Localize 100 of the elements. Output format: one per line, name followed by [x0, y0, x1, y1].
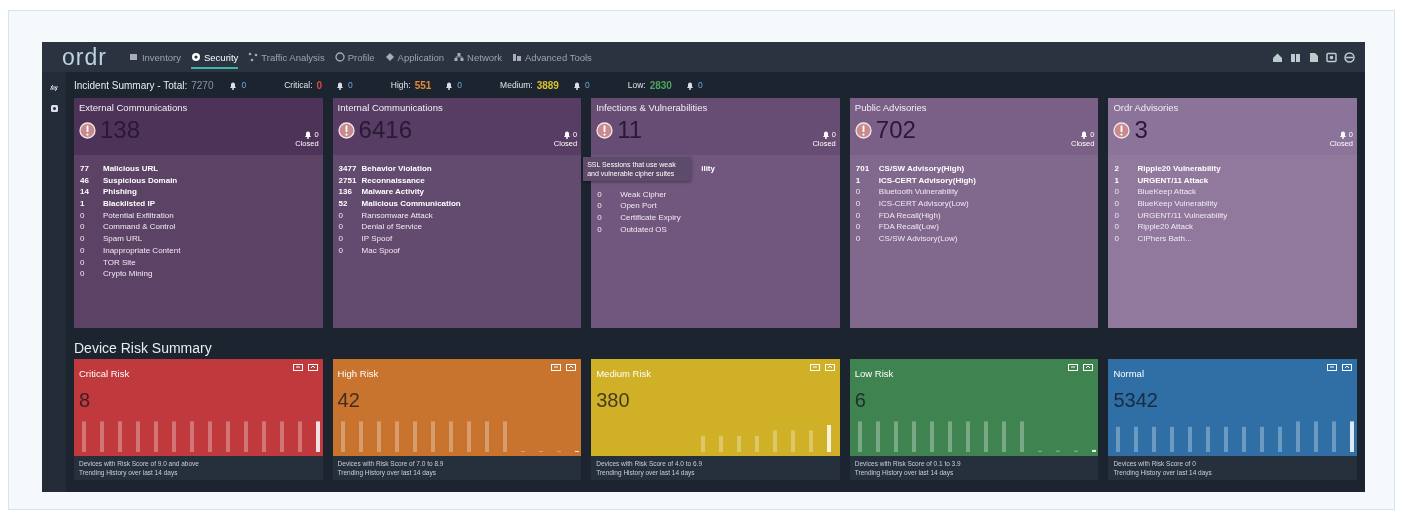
closed-count: 0 — [241, 80, 247, 90]
monitor-icon[interactable] — [1326, 51, 1337, 63]
row-count: 0 — [855, 199, 862, 209]
logo[interactable]: ordr — [62, 42, 107, 72]
row-label[interactable]: BlueKeep Attack — [1137, 187, 1197, 197]
card-title: Critical Risk — [79, 368, 130, 379]
device-icon[interactable] — [566, 364, 577, 372]
row-label[interactable]: Malicious Communication — [361, 199, 461, 209]
row-label[interactable]: FDA Recall(High) — [878, 210, 941, 220]
row-label[interactable]: FDA Recall(Low) — [878, 222, 939, 232]
row-label[interactable]: Potential Exfiltration — [103, 210, 174, 220]
row-count: 1 — [1114, 175, 1120, 185]
row-count: 0 — [80, 245, 86, 255]
row-label[interactable]: Command & Control — [103, 222, 176, 232]
nav-tab[interactable]: Advanced Tools — [511, 45, 592, 69]
row-label[interactable]: Ripple20 Vulnerability — [1137, 164, 1221, 173]
row-label[interactable]: IP Spoof — [361, 234, 393, 244]
bell-icon — [445, 80, 454, 90]
settings-icon[interactable] — [49, 104, 59, 113]
row-label[interactable]: Weak Cipher — [620, 189, 667, 199]
device-icon[interactable] — [292, 364, 303, 372]
row-count: 1 — [855, 175, 862, 185]
card-title: High Risk — [337, 368, 379, 379]
card-title: External Communications — [79, 102, 189, 113]
row-count: 0 — [1114, 222, 1120, 232]
row-count: 77 — [80, 164, 90, 173]
book-icon[interactable] — [1290, 51, 1301, 63]
nav-tab[interactable]: Security — [191, 45, 239, 69]
severity-label: Low: — [627, 80, 646, 90]
bell-icon — [304, 130, 313, 139]
row-label[interactable]: Bluetooth Vulnerability — [878, 187, 959, 197]
row-label[interactable]: Reconnaissance — [361, 175, 425, 185]
section-title: Device Risk Summary — [74, 339, 213, 358]
card-title: Medium Risk — [596, 368, 652, 379]
risk-count[interactable]: 42 — [337, 389, 577, 412]
row-label[interactable]: Blacklisted IP — [103, 199, 156, 209]
row-label[interactable]: Ripple20 Attack — [1137, 222, 1193, 232]
network-icon — [454, 52, 465, 62]
document-icon[interactable] — [1308, 51, 1319, 63]
row-label[interactable]: TOR Site — [103, 257, 136, 267]
row-label[interactable]: Ransomware Attack — [361, 210, 433, 220]
row-label[interactable]: Crypto Mining — [103, 269, 153, 279]
row-count: 0 — [338, 210, 345, 220]
incident-count[interactable]: 3 — [1134, 116, 1148, 144]
row-label[interactable]: Malicious URL — [103, 164, 159, 173]
row-label[interactable]: URGENT/11 Vulnerability — [1137, 210, 1228, 220]
nav-tab[interactable]: Profile — [334, 45, 375, 69]
device-icon[interactable] — [1342, 364, 1352, 372]
row-label[interactable]: CS/SW Advisory(High) — [878, 164, 965, 173]
nav-tab[interactable]: Network — [454, 45, 502, 69]
row-count: 136 — [338, 187, 353, 197]
row-count: 0 — [338, 234, 345, 244]
alert-icon — [337, 121, 355, 139]
row-label[interactable]: Spam URL — [103, 234, 143, 244]
device-icon[interactable] — [1068, 364, 1079, 372]
row-label[interactable]: Outdated OS — [620, 224, 667, 234]
row-label[interactable]: URGENT/11 Attack — [1137, 175, 1209, 185]
row-count: 0 — [855, 210, 862, 220]
tools-icon — [511, 52, 522, 62]
row-count: 0 — [338, 245, 345, 255]
row-count: 0 — [1114, 210, 1120, 220]
risk-count[interactable]: 5342 — [1113, 389, 1352, 412]
row-label[interactable]: Open Port — [620, 201, 657, 211]
bell-icon — [229, 80, 238, 90]
row-label[interactable]: CS/SW Advisory(Low) — [878, 234, 958, 244]
grid-icon — [128, 52, 139, 62]
bell-icon — [336, 80, 345, 90]
row-label[interactable]: CIPhers Bath... — [1137, 234, 1192, 244]
device-icon[interactable] — [1083, 364, 1094, 372]
row-label[interactable]: Inappropriate Content — [103, 245, 181, 255]
nav-tab[interactable]: Traffic Analysis — [248, 45, 325, 69]
alert-icon — [596, 121, 614, 139]
device-icon[interactable] — [307, 364, 318, 372]
row-label[interactable]: Denial of Service — [361, 222, 423, 232]
risk-count[interactable]: 380 — [596, 389, 835, 412]
bell-icon — [563, 130, 571, 139]
row-label[interactable]: BlueKeep Vulnerability — [1137, 199, 1218, 209]
risk-count[interactable]: 6 — [854, 389, 1094, 412]
row-label[interactable]: Behavior Violation — [361, 164, 432, 173]
row-count: 2751 — [338, 175, 358, 185]
risk-count[interactable]: 8 — [79, 389, 318, 412]
severity-label: Critical: — [284, 80, 313, 90]
nav-tab[interactable]: Application — [384, 45, 445, 69]
row-label[interactable]: Mac Spoof — [361, 245, 400, 255]
row-label[interactable]: ICS-CERT Advisory(High) — [878, 175, 976, 185]
incident-count[interactable]: 702 — [875, 116, 916, 144]
home-icon[interactable] — [1272, 51, 1283, 63]
device-icon[interactable] — [551, 364, 562, 372]
alert-icon — [1113, 121, 1131, 139]
row-label[interactable]: Suspicious Domain — [103, 175, 178, 185]
row-label[interactable]: Certificate Expiry — [620, 213, 681, 223]
nav-tab[interactable]: Inventory — [128, 45, 181, 69]
row-label[interactable]: ICS-CERT Advisory(Low) — [878, 199, 969, 209]
row-label[interactable]: Phishing — [103, 187, 137, 197]
severity-count: 3889 — [536, 79, 559, 91]
row-count: 0 — [597, 213, 603, 223]
row-label[interactable]: Malware Activity — [361, 187, 424, 197]
device-icon[interactable] — [1327, 364, 1337, 372]
row-count: 0 — [597, 224, 603, 234]
diamond-icon — [384, 52, 395, 62]
